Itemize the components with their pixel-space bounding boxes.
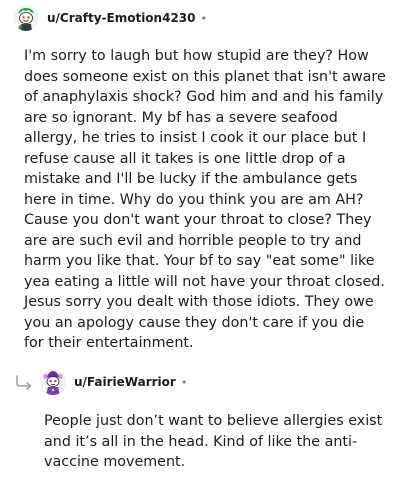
comment-body: People just don’t want to believe allerg… <box>44 413 383 470</box>
meta-separator: • <box>180 375 188 389</box>
comment-fairie-warrior: u/FairieWarrior • People just don’t want… <box>0 368 400 470</box>
username[interactable]: u/Crafty-Emotion4230 <box>47 11 196 25</box>
meta-separator: • <box>200 11 208 25</box>
snoo-avatar-purple-fairy-icon[interactable] <box>40 369 66 395</box>
comment-meta: u/FairieWarrior • <box>0 368 400 396</box>
reply-arrow-icon <box>16 375 32 390</box>
comment-meta: u/Crafty-Emotion4230 • <box>0 4 400 32</box>
comment-body: I'm sorry to laugh but how stupid are th… <box>24 48 386 351</box>
snoo-avatar-green-hair-icon[interactable] <box>13 5 39 31</box>
comment-crafty-emotion: u/Crafty-Emotion4230 • I'm sorry to laug… <box>0 4 400 351</box>
username[interactable]: u/FairieWarrior <box>74 375 176 389</box>
